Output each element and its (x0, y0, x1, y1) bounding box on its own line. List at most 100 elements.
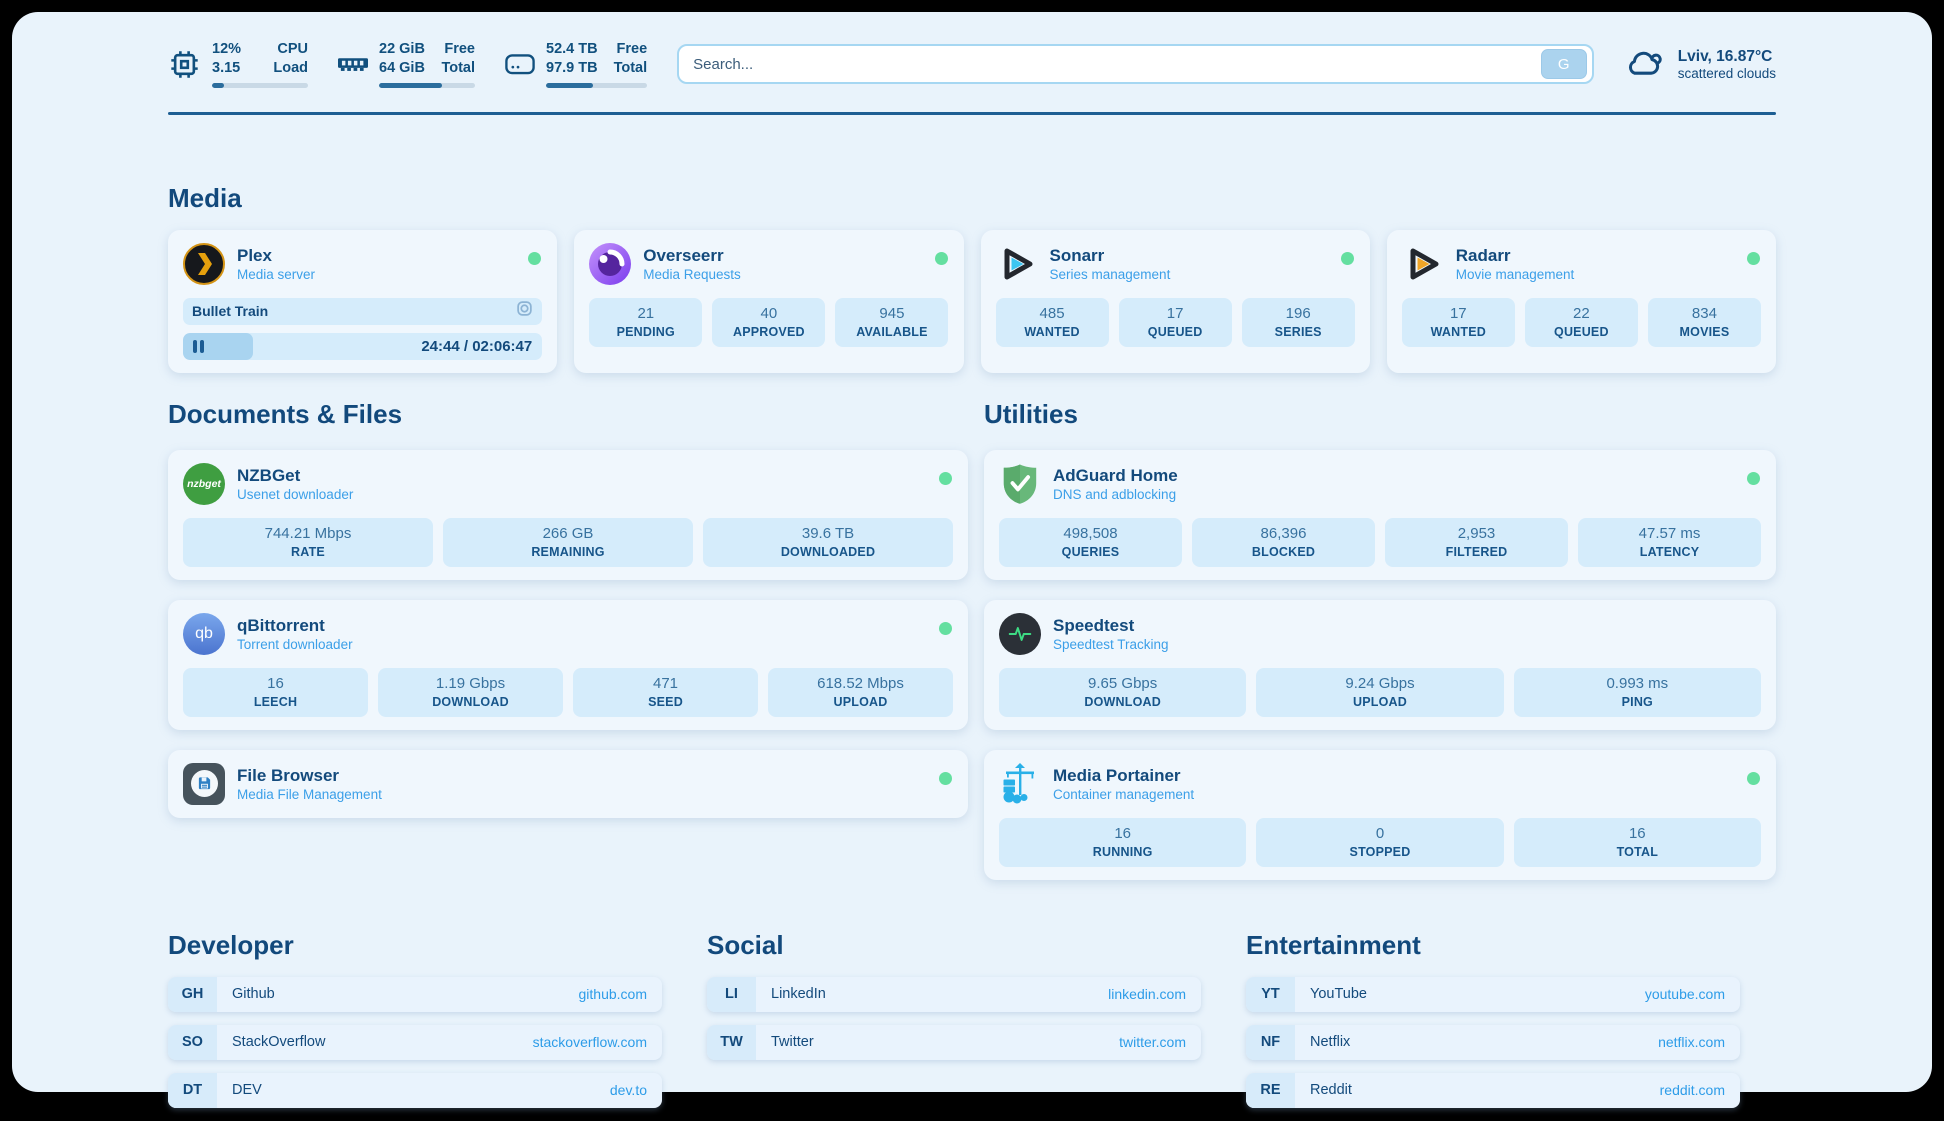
header-bar: 12% 3.15 CPU Load (168, 12, 1776, 88)
bookmark-abbr: YT (1246, 977, 1295, 1012)
ram-progress-bar (379, 83, 475, 88)
bookmark-url: stackoverflow.com (533, 1034, 662, 1050)
sonarr-icon (996, 243, 1038, 285)
app-card-radarr[interactable]: Radarr Movie management 17 WANTED 22 QUE… (1387, 230, 1776, 373)
app-card-filebrowser[interactable]: File Browser Media File Management (168, 750, 968, 818)
search-engine-button[interactable]: G (1541, 49, 1587, 79)
search-bar: G (677, 44, 1594, 84)
bookmark-abbr: RE (1246, 1073, 1295, 1108)
bookmark-stackoverflow[interactable]: SO StackOverflow stackoverflow.com (168, 1025, 662, 1060)
stat-approved: 40 APPROVED (712, 298, 825, 347)
stat-ping: 0.993 ms PING (1514, 668, 1761, 717)
section-heading-documents: Documents & Files (168, 399, 968, 430)
app-title: File Browser (237, 766, 382, 786)
bookmark-name: YouTube (1295, 986, 1645, 1002)
search-input[interactable] (693, 56, 1533, 73)
stat-blocked: 86,396 BLOCKED (1192, 518, 1375, 567)
status-dot (939, 472, 952, 485)
bookmark-name: Reddit (1295, 1082, 1660, 1098)
video-session-icon (516, 300, 533, 322)
stat-movies: 834 MOVIES (1648, 298, 1761, 347)
bookmark-github[interactable]: GH Github github.com (168, 977, 662, 1012)
stat-download: 1.19 Gbps DOWNLOAD (378, 668, 563, 717)
stat-download: 9.65 Gbps DOWNLOAD (999, 668, 1246, 717)
app-subtitle: Media Requests (643, 267, 741, 282)
section-heading-media: Media (168, 183, 1776, 214)
status-dot (1747, 772, 1760, 785)
plex-icon (183, 243, 225, 285)
bookmark-abbr: GH (168, 977, 217, 1012)
app-title: Sonarr (1050, 246, 1171, 266)
app-title: Plex (237, 246, 315, 266)
app-subtitle: Speedtest Tracking (1053, 637, 1169, 652)
app-card-plex[interactable]: Plex Media server Bullet Train (168, 230, 557, 373)
ram-progress-fill (379, 83, 442, 88)
weather-widget: Lviv, 16.87°C scattered clouds (1624, 46, 1776, 83)
app-card-adguard[interactable]: AdGuard Home DNS and adblocking 498,508 … (984, 450, 1776, 580)
bookmark-name: DEV (217, 1082, 610, 1098)
app-subtitle: Series management (1050, 267, 1171, 282)
qbittorrent-icon: qb (183, 613, 225, 655)
stat-latency: 47.57 ms LATENCY (1578, 518, 1761, 567)
bookmark-url: netflix.com (1658, 1034, 1740, 1050)
stat-upload: 9.24 Gbps UPLOAD (1256, 668, 1503, 717)
bookmark-twitter[interactable]: TW Twitter twitter.com (707, 1025, 1201, 1060)
bookmark-name: LinkedIn (756, 986, 1108, 1002)
bookmark-youtube[interactable]: YT YouTube youtube.com (1246, 977, 1740, 1012)
stat-downloaded: 39.6 TB DOWNLOADED (703, 518, 953, 567)
stat-stopped: 0 STOPPED (1256, 818, 1503, 867)
stat-leech: 16 LEECH (183, 668, 368, 717)
disk-labels: Free Total (614, 40, 648, 78)
pause-icon (193, 340, 204, 353)
stat-series: 196 SERIES (1242, 298, 1355, 347)
bookmark-abbr: DT (168, 1073, 217, 1108)
status-dot (528, 252, 541, 265)
bookmark-url: youtube.com (1645, 986, 1740, 1002)
stat-wanted: 17 WANTED (1402, 298, 1515, 347)
app-card-nzbget[interactable]: nzbget NZBGet Usenet downloader 744.21 M… (168, 450, 968, 580)
weather-condition: scattered clouds (1678, 66, 1776, 81)
now-playing-row: Bullet Train (183, 298, 542, 325)
app-card-sonarr[interactable]: Sonarr Series management 485 WANTED 17 Q… (981, 230, 1370, 373)
app-card-overseerr[interactable]: Overseerr Media Requests 21 PENDING 40 A… (574, 230, 963, 373)
speedtest-icon (999, 613, 1041, 655)
app-title: NZBGet (237, 466, 353, 486)
app-title: AdGuard Home (1053, 466, 1178, 486)
stat-remaining: 266 GB REMAINING (443, 518, 693, 567)
disk-progress-fill (546, 83, 593, 88)
bookmark-linkedin[interactable]: LI LinkedIn linkedin.com (707, 977, 1201, 1012)
bookmark-netflix[interactable]: NF Netflix netflix.com (1246, 1025, 1740, 1060)
stat-queued: 22 QUEUED (1525, 298, 1638, 347)
bookmark-name: Twitter (756, 1034, 1119, 1050)
overseerr-icon (589, 243, 631, 285)
disk-values: 52.4 TB 97.9 TB (546, 40, 598, 78)
status-dot (1341, 252, 1354, 265)
section-heading-social: Social (707, 930, 1201, 961)
disk-widget: 52.4 TB 97.9 TB Free Total (505, 40, 647, 88)
stat-queued: 17 QUEUED (1119, 298, 1232, 347)
ram-labels: Free Total (441, 40, 475, 78)
bookmark-url: dev.to (610, 1082, 662, 1098)
bookmark-abbr: NF (1246, 1025, 1295, 1060)
bookmark-dev[interactable]: DT DEV dev.to (168, 1073, 662, 1108)
stat-filtered: 2,953 FILTERED (1385, 518, 1568, 567)
bookmark-name: Netflix (1295, 1034, 1658, 1050)
bookmark-reddit[interactable]: RE Reddit reddit.com (1246, 1073, 1740, 1108)
nzbget-icon: nzbget (183, 463, 225, 505)
app-card-portainer[interactable]: Media Portainer Container management 16 … (984, 750, 1776, 880)
section-heading-developer: Developer (168, 930, 662, 961)
stat-rate: 744.21 Mbps RATE (183, 518, 433, 567)
status-dot (1747, 252, 1760, 265)
stat-seed: 471 SEED (573, 668, 758, 717)
app-card-speedtest[interactable]: Speedtest Speedtest Tracking 9.65 Gbps D… (984, 600, 1776, 730)
disk-progress-bar (546, 83, 647, 88)
cpu-values: 12% 3.15 (212, 40, 241, 78)
header-divider (168, 112, 1776, 115)
app-title: qBittorrent (237, 616, 353, 636)
app-title: Media Portainer (1053, 766, 1194, 786)
app-subtitle: Torrent downloader (237, 637, 353, 652)
app-title: Radarr (1456, 246, 1575, 266)
app-card-qbittorrent[interactable]: qb qBittorrent Torrent downloader 16 LEE… (168, 600, 968, 730)
stat-available: 945 AVAILABLE (835, 298, 948, 347)
app-subtitle: Media server (237, 267, 315, 282)
